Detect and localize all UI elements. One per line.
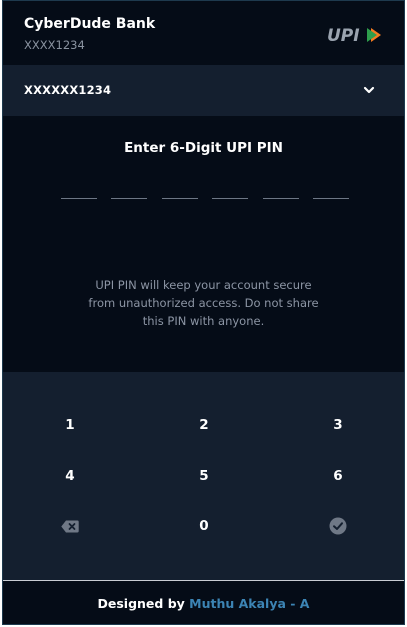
pin-title: Enter 6-Digit UPI PIN <box>124 140 283 156</box>
pin-digit-slot-5[interactable] <box>263 198 299 199</box>
pin-digit-slot-2[interactable] <box>111 198 147 199</box>
check-circle-icon <box>329 517 347 535</box>
key-2[interactable]: 2 <box>164 407 244 443</box>
bank-header: CyberDude Bank XXXX1234 UPI <box>3 1 404 65</box>
chevron-down-icon <box>363 86 375 94</box>
pin-digit-slot-3[interactable] <box>162 198 198 199</box>
upi-logo-text: UPI <box>327 26 360 45</box>
footer-author-link[interactable]: Muthu Akalya - A <box>189 596 309 611</box>
pin-entry-area: Enter 6-Digit UPI PIN UPI PIN will keep … <box>3 116 404 372</box>
footer-designed-by: Designed by <box>97 596 190 611</box>
numeric-keypad: 1 2 3 4 5 6 0 <box>3 372 404 580</box>
backspace-button[interactable] <box>30 508 110 544</box>
submit-button[interactable] <box>298 508 378 544</box>
upi-logo-icon: UPI <box>327 26 381 45</box>
selected-account: XXXXXX1234 <box>24 83 112 97</box>
key-5[interactable]: 5 <box>164 458 244 494</box>
key-6[interactable]: 6 <box>298 458 378 494</box>
footer-credit: Designed by Muthu Akalya - A <box>3 580 404 624</box>
key-1[interactable]: 1 <box>30 407 110 443</box>
key-0[interactable]: 0 <box>164 508 244 544</box>
bank-account-number: XXXX1234 <box>24 38 85 52</box>
backspace-icon <box>61 520 79 532</box>
upi-pin-screen: CyberDude Bank XXXX1234 UPI XXXXXX1234 E… <box>2 0 405 625</box>
pin-security-info: UPI PIN will keep your account secure fr… <box>88 278 319 328</box>
pin-digit-slot-6[interactable] <box>313 198 349 199</box>
pin-digit-slot-1[interactable] <box>61 198 97 199</box>
key-3[interactable]: 3 <box>298 407 378 443</box>
pin-digit-slot-4[interactable] <box>212 198 248 199</box>
key-4[interactable]: 4 <box>30 458 110 494</box>
account-selector[interactable]: XXXXXX1234 <box>3 65 404 116</box>
bank-name: CyberDude Bank <box>24 16 156 32</box>
